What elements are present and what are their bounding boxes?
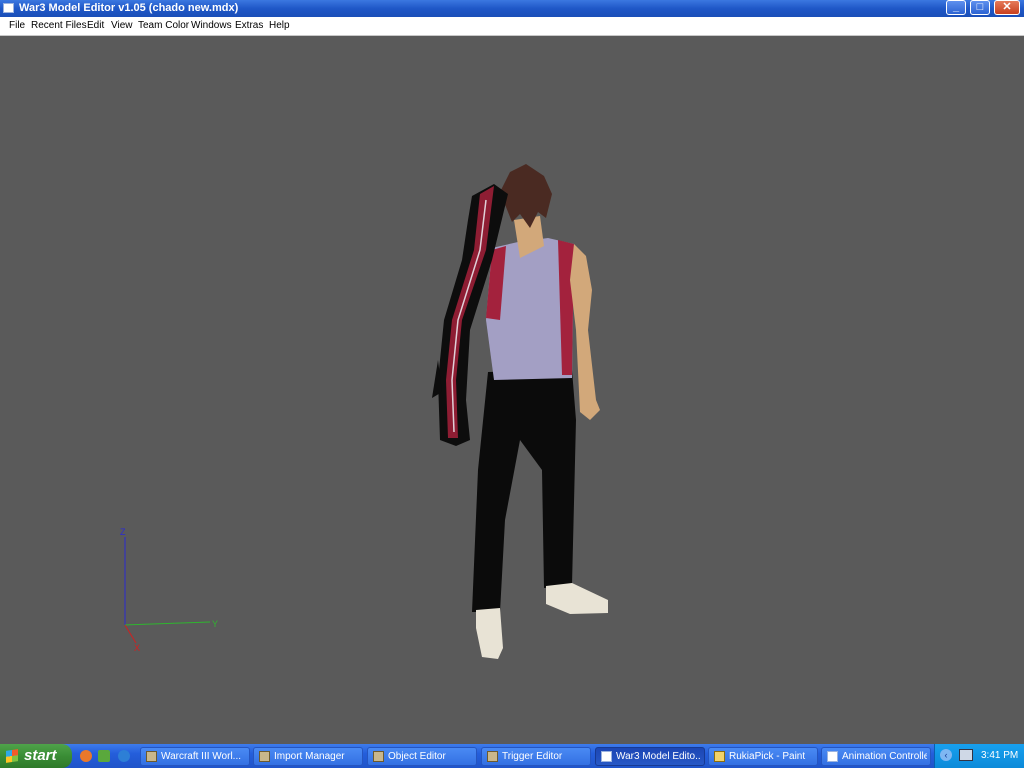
- menu-bar: File Recent Files Edit View Team Color W…: [0, 17, 1024, 36]
- app-icon: [3, 3, 14, 13]
- system-tray: ‹ 3:41 PM: [934, 744, 1024, 768]
- network-icon[interactable]: [959, 749, 973, 761]
- windows-logo-icon: [6, 749, 18, 763]
- warcraft-icon: [487, 751, 498, 762]
- menu-team-color[interactable]: Team Color: [138, 20, 189, 31]
- minimize-button[interactable]: _: [946, 0, 966, 15]
- pants: [472, 370, 576, 612]
- axis-z-label: Z: [120, 527, 126, 537]
- window-icon: [827, 751, 838, 762]
- task-import-manager[interactable]: Import Manager: [253, 747, 363, 766]
- menu-recent-files[interactable]: Recent Files: [31, 20, 87, 31]
- hair: [500, 164, 552, 228]
- task-warcraft[interactable]: Warcraft III Worl...: [140, 747, 250, 766]
- warcraft-icon: [146, 751, 157, 762]
- clock[interactable]: 3:41 PM: [981, 750, 1018, 761]
- axis-y-label: Y: [212, 619, 218, 629]
- menu-file[interactable]: File: [9, 20, 25, 31]
- left-shoe: [476, 608, 503, 659]
- taskbar: start Warcraft III Worl... Import Manage…: [0, 744, 1024, 768]
- task-animation-controller[interactable]: Animation Controller: [821, 747, 931, 766]
- firefox-icon[interactable]: [80, 750, 92, 762]
- right-shoe: [546, 583, 608, 614]
- paint-icon: [714, 751, 725, 762]
- menu-help[interactable]: Help: [269, 20, 290, 31]
- task-trigger-editor[interactable]: Trigger Editor: [481, 747, 591, 766]
- warcraft-icon: [373, 751, 384, 762]
- task-object-editor[interactable]: Object Editor: [367, 747, 477, 766]
- model-render: Z Y X: [120, 164, 608, 659]
- menu-edit[interactable]: Edit: [87, 20, 104, 31]
- right-arm: [570, 244, 600, 420]
- close-button[interactable]: ✕: [994, 0, 1020, 15]
- character-model: [432, 164, 608, 659]
- axis-gizmo: Z Y X: [120, 527, 218, 653]
- messenger-icon[interactable]: [98, 750, 110, 762]
- axis-x-label: X: [134, 643, 140, 653]
- chevron-left-icon[interactable]: ‹: [940, 749, 952, 761]
- window-title: War3 Model Editor v1.05 (chado new.mdx): [19, 2, 239, 14]
- warcraft-icon: [259, 751, 270, 762]
- menu-view[interactable]: View: [111, 20, 133, 31]
- title-bar[interactable]: War3 Model Editor v1.05 (chado new.mdx) …: [0, 0, 1024, 17]
- window-icon: [601, 751, 612, 762]
- task-war3-model-editor[interactable]: War3 Model Edito...: [595, 747, 705, 766]
- maximize-button[interactable]: □: [970, 0, 990, 15]
- task-paint[interactable]: RukiaPick - Paint: [708, 747, 818, 766]
- menu-extras[interactable]: Extras: [235, 20, 263, 31]
- menu-windows[interactable]: Windows: [191, 20, 232, 31]
- model-viewport[interactable]: Z Y X: [0, 36, 1024, 744]
- start-button[interactable]: start: [0, 744, 72, 768]
- media-player-icon[interactable]: [118, 750, 130, 762]
